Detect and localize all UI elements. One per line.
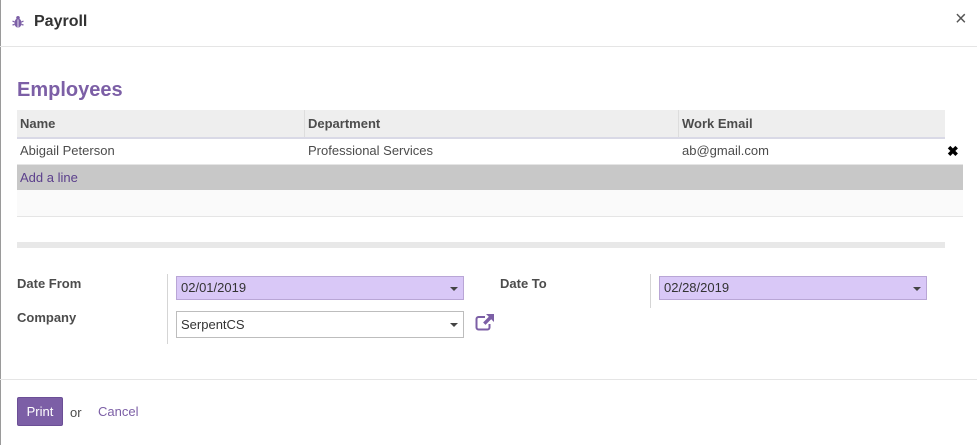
date-to-value: 02/28/2019 bbox=[664, 280, 730, 295]
close-icon[interactable]: × bbox=[955, 9, 967, 29]
dialog-header: Payroll × bbox=[0, 0, 977, 47]
date-from-field[interactable]: 02/01/2019 bbox=[176, 276, 464, 300]
cell-name: Abigail Peterson bbox=[20, 143, 115, 158]
or-text: or bbox=[70, 405, 82, 420]
chevron-down-icon bbox=[450, 323, 458, 327]
field-separator bbox=[650, 274, 651, 308]
cancel-link[interactable]: Cancel bbox=[98, 404, 138, 419]
company-select[interactable]: SerpentCS bbox=[176, 311, 464, 338]
table-row[interactable]: Abigail Peterson Professional Services a… bbox=[17, 138, 963, 165]
column-header-department[interactable]: Department bbox=[305, 110, 679, 137]
chevron-down-icon bbox=[450, 287, 458, 291]
print-button[interactable]: Print bbox=[17, 397, 63, 426]
date-from-value: 02/01/2019 bbox=[181, 280, 247, 295]
delete-row-icon[interactable]: ✖ bbox=[947, 138, 959, 164]
chevron-down-icon bbox=[913, 287, 921, 291]
company-value: SerpentCS bbox=[181, 317, 245, 332]
dialog-title: Payroll bbox=[34, 13, 88, 30]
date-from-label: Date From bbox=[17, 276, 82, 291]
footer-divider bbox=[0, 379, 977, 380]
external-link-icon[interactable] bbox=[475, 313, 495, 331]
bug-icon bbox=[12, 16, 24, 28]
date-to-field[interactable]: 02/28/2019 bbox=[659, 276, 927, 300]
add-line-link[interactable]: Add a line bbox=[20, 165, 78, 190]
empty-table-row bbox=[17, 190, 963, 217]
employees-table-header: Name Department Work Email bbox=[17, 110, 945, 139]
add-line-row: Add a line bbox=[17, 165, 963, 190]
section-title-employees: Employees bbox=[17, 79, 123, 101]
column-header-name[interactable]: Name bbox=[17, 110, 305, 137]
column-header-work-email[interactable]: Work Email bbox=[679, 110, 945, 137]
company-label: Company bbox=[17, 310, 77, 325]
table-footer bbox=[17, 242, 945, 248]
field-separator bbox=[167, 274, 168, 344]
cell-work-email: ab@gmail.com bbox=[682, 143, 769, 158]
date-to-label: Date To bbox=[500, 276, 547, 291]
cell-department: Professional Services bbox=[308, 143, 433, 158]
